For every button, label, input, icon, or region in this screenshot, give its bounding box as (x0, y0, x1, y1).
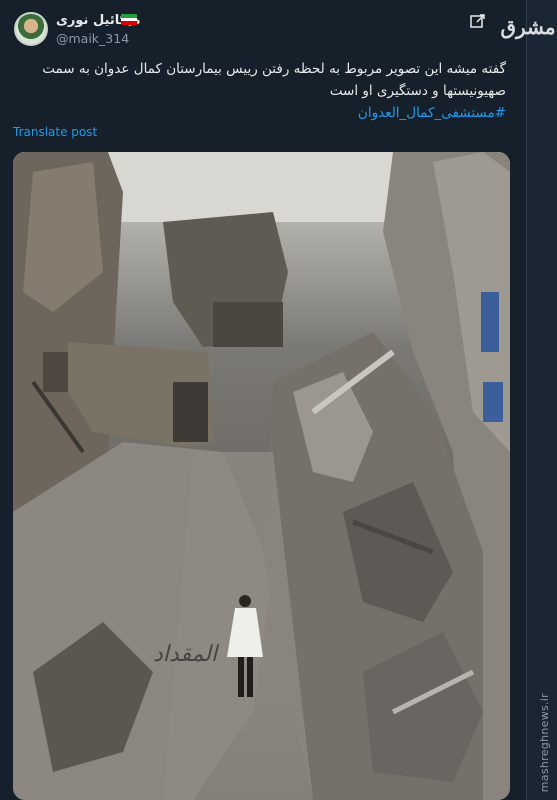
site-url-label: mashreghnews.ir (538, 692, 551, 792)
rubble-scene-illustration (13, 152, 510, 800)
media-watermark: المقداد (153, 642, 218, 667)
translate-post-link[interactable]: Translate post (13, 125, 97, 139)
tweet-media-image[interactable]: المقداد (13, 152, 510, 800)
external-link-icon[interactable] (470, 13, 486, 29)
author-avatar[interactable] (14, 12, 48, 46)
tweet-text: گفته میشه این تصویر مربوط به لحظه رفتن ر… (42, 61, 506, 99)
iran-flag-icon (121, 14, 137, 25)
tweet-card: میکائیل نوری @maik_314 گفته میشه این تصو… (0, 0, 527, 800)
hashtag-link[interactable]: #مستشفی_کمال_العدوان (16, 102, 506, 124)
tweet-body: گفته میشه این تصویر مربوط به لحظه رفتن ر… (16, 58, 506, 124)
logo-text: مشرق (500, 15, 556, 39)
right-rail: mashreghnews.ir (526, 0, 557, 800)
mashregh-logo: مشرق (500, 10, 556, 44)
author-handle[interactable]: @maik_314 (56, 31, 129, 46)
